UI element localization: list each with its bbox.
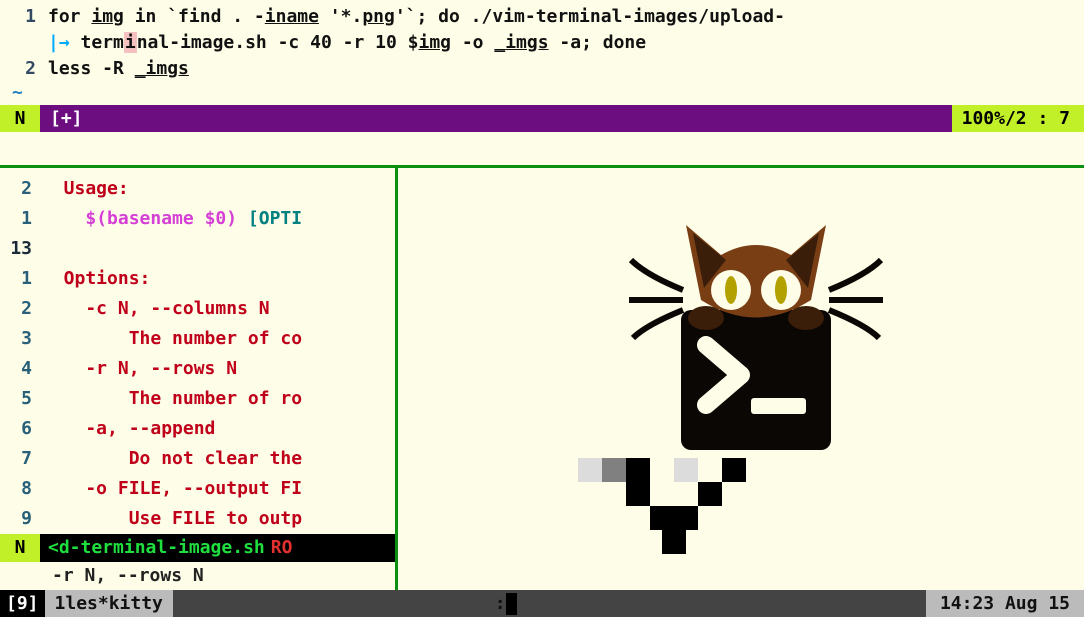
help-line[interactable]: 8 -o FILE, --output FI [0,474,395,504]
terminal-screen: 1for img in `find . -iname '*.png'`; do … [0,0,1084,617]
vim-logo-pixel-icon [578,458,778,558]
help-pane[interactable]: 2 Usage:1 $(basename $0) [OPTI131 Option… [0,168,398,590]
kitty-logo-icon [591,180,891,460]
editor-line[interactable]: 2less -R _imgs [8,56,1076,82]
statusline-top: N [+] 100%/2 : 7 [0,105,1084,132]
help-line[interactable]: 6 -a, --append [0,414,395,444]
help-text: -o FILE, --output FI [42,474,302,504]
mode-indicator: N [0,105,40,132]
help-text: Do not clear the [42,444,302,474]
rel-line-number: 4 [4,354,42,384]
rel-line-number: 7 [4,444,42,474]
modified-flag: [+] [40,108,952,129]
image-area [398,168,1084,562]
help-line[interactable]: 1 $(basename $0) [OPTI [0,204,395,234]
rel-line-number: 2 [4,294,42,324]
help-text: The number of ro [42,384,302,414]
rel-line-number: 6 [4,414,42,444]
wrap-marker-icon: |→ [48,32,81,53]
rel-line-number: 8 [4,474,42,504]
rel-line-number: 13 [4,234,42,264]
cmdline-colon: : [495,593,506,614]
rel-line-number: 9 [4,504,42,534]
cursor-block-icon [506,593,517,615]
help-line[interactable]: 5 The number of ro [0,384,395,414]
tmux-window[interactable]: 1les*kitty [45,590,173,617]
rel-line-number: 1 [4,204,42,234]
top-editor[interactable]: 1for img in `find . -iname '*.png'`; do … [0,0,1084,105]
readonly-flag: RO [265,537,293,558]
help-text: The number of co [42,324,302,354]
help-text: $(basename $0) [OPTI [42,204,302,234]
help-line[interactable]: 3 The number of co [0,324,395,354]
editor-line[interactable]: |→ terminal-image.sh -c 40 -r 10 $img -o… [8,30,1076,56]
help-text: -a, --append [42,414,215,444]
code-content[interactable]: |→ terminal-image.sh -c 40 -r 10 $img -o… [48,30,1076,56]
help-text: Usage: [42,174,129,204]
rel-line-number: 1 [4,264,42,294]
help-text: -r N, --rows N [42,354,237,384]
help-line[interactable]: 13 [0,234,395,264]
help-text: Use FILE to outp [42,504,302,534]
line-number: 1 [8,4,48,30]
bottom-split: 2 Usage:1 $(basename $0) [OPTI131 Option… [0,168,1084,590]
rel-line-number: 2 [4,174,42,204]
tmux-session[interactable]: [9] [0,590,45,617]
image-pane[interactable]: : [398,168,1084,590]
mode-indicator: N [0,534,40,562]
statusline-help: N <d-terminal-image.sh RO [0,534,395,562]
window-separator [0,132,1084,167]
cursor-position: 100%/2 : 7 [952,105,1084,132]
code-content[interactable]: less -R _imgs [48,56,1076,82]
line-number: 2 [8,56,48,82]
code-content[interactable]: for img in `find . -iname '*.png'`; do .… [48,4,1076,30]
help-line[interactable]: 7 Do not clear the [0,444,395,474]
help-line[interactable]: 4 -r N, --rows N [0,354,395,384]
help-line[interactable]: 2 Usage: [0,174,395,204]
tmux-statusline: [9] 1les*kitty 14:23 Aug 15 [0,590,1084,617]
rel-line-number: 5 [4,384,42,414]
help-line[interactable]: 1 Options: [0,264,395,294]
editor-line[interactable]: 1for img in `find . -iname '*.png'`; do … [8,4,1076,30]
cmdline-left: -r N, --rows N [0,562,395,590]
help-text: Options: [42,264,150,294]
tmux-clock: 14:23 Aug 15 [926,590,1084,617]
tilde-line: ~ [8,82,1076,103]
rel-line-number: 3 [4,324,42,354]
cmdline-right[interactable]: : [398,562,1084,590]
help-line[interactable]: 9 Use FILE to outp [0,504,395,534]
help-line[interactable]: 2 -c N, --columns N [0,294,395,324]
line-number [8,30,48,56]
filename: <d-terminal-image.sh [40,537,265,558]
help-text: -c N, --columns N [42,294,270,324]
